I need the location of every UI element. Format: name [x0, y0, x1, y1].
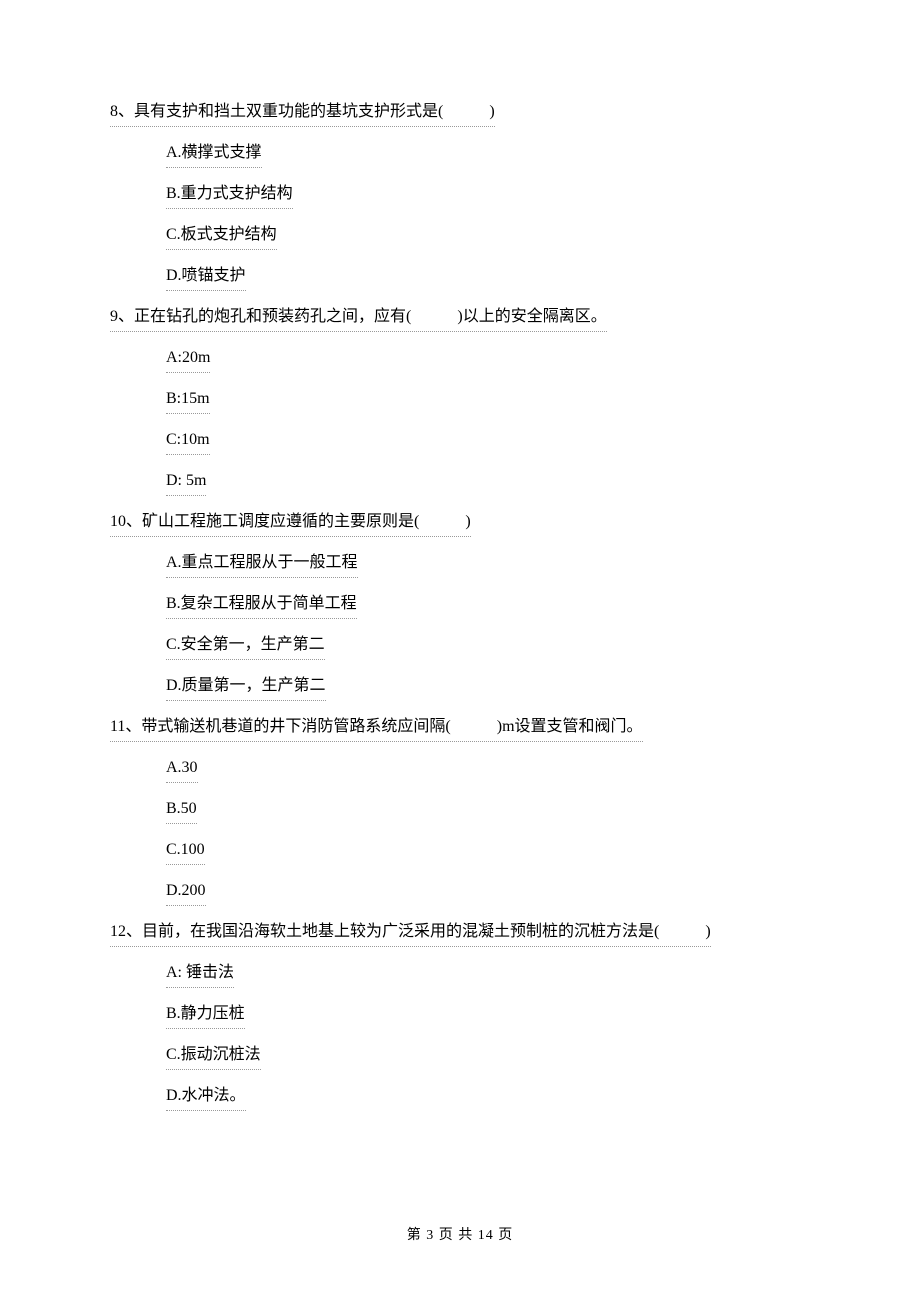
question-after: )	[705, 923, 710, 940]
option-a: A.横撑式支撑	[166, 141, 810, 168]
option-label: C.振动沉桩法	[166, 1043, 261, 1070]
options-list: A.横撑式支撑 B.重力式支护结构 C.板式支护结构 D.喷锚支护	[110, 141, 810, 291]
option-label: B.重力式支护结构	[166, 182, 293, 209]
question-number: 11、	[110, 718, 141, 735]
question-after: )	[465, 513, 470, 530]
option-a: A.30	[166, 756, 810, 783]
question-text: 12、目前，在我国沿海软土地基上较为广泛采用的混凝土预制桩的沉桩方法是()	[110, 920, 711, 947]
option-label: B.静力压桩	[166, 1002, 245, 1029]
options-list: A: 锤击法 B.静力压桩 C.振动沉桩法 D.水冲法。	[110, 961, 810, 1111]
question-text: 8、具有支护和挡土双重功能的基坑支护形式是()	[110, 100, 495, 127]
question-stem: 目前，在我国沿海软土地基上较为广泛采用的混凝土预制桩的沉桩方法是(	[142, 923, 659, 940]
option-label: D.水冲法。	[166, 1084, 246, 1111]
option-label: D.质量第一，生产第二	[166, 674, 326, 701]
option-c: C:10m	[166, 428, 810, 455]
question-number: 8、	[110, 103, 134, 120]
option-label: C.100	[166, 838, 205, 865]
question-stem: 具有支护和挡土双重功能的基坑支护形式是(	[134, 103, 443, 120]
option-label: B.50	[166, 797, 197, 824]
question-8: 8、具有支护和挡土双重功能的基坑支护形式是() A.横撑式支撑 B.重力式支护结…	[110, 100, 810, 291]
option-a: A: 锤击法	[166, 961, 810, 988]
option-d: D.水冲法。	[166, 1084, 810, 1111]
option-label: A: 锤击法	[166, 961, 234, 988]
question-stem: 矿山工程施工调度应遵循的主要原则是(	[142, 513, 419, 530]
option-d: D: 5m	[166, 469, 810, 496]
question-stem: 带式输送机巷道的井下消防管路系统应间隔(	[141, 718, 450, 735]
question-10: 10、矿山工程施工调度应遵循的主要原则是() A.重点工程服从于一般工程 B.复…	[110, 510, 810, 701]
option-label: A:20m	[166, 346, 210, 373]
option-label: B.复杂工程服从于简单工程	[166, 592, 357, 619]
question-text: 9、正在钻孔的炮孔和预装药孔之间，应有( )以上的安全隔离区。	[110, 305, 607, 332]
question-after: )	[489, 103, 494, 120]
page-footer: 第 3 页 共 14 页	[0, 1225, 920, 1246]
option-d: D.质量第一，生产第二	[166, 674, 810, 701]
question-after: )m设置支管和阀门。	[497, 718, 643, 735]
document-content: 8、具有支护和挡土双重功能的基坑支护形式是() A.横撑式支撑 B.重力式支护结…	[110, 100, 810, 1111]
option-c: C.100	[166, 838, 810, 865]
question-11: 11、带式输送机巷道的井下消防管路系统应间隔( )m设置支管和阀门。 A.30 B…	[110, 715, 810, 906]
option-label: C:10m	[166, 428, 210, 455]
option-a: A:20m	[166, 346, 810, 373]
option-c: C.板式支护结构	[166, 223, 810, 250]
option-label: D: 5m	[166, 469, 206, 496]
options-list: A:20m B:15m C:10m D: 5m	[110, 346, 810, 496]
question-number: 12、	[110, 923, 142, 940]
options-list: A.重点工程服从于一般工程 B.复杂工程服从于简单工程 C.安全第一，生产第二 …	[110, 551, 810, 701]
option-b: B.50	[166, 797, 810, 824]
option-b: B:15m	[166, 387, 810, 414]
options-list: A.30 B.50 C.100 D.200	[110, 756, 810, 906]
option-a: A.重点工程服从于一般工程	[166, 551, 810, 578]
option-label: D.喷锚支护	[166, 264, 246, 291]
option-d: D.200	[166, 879, 810, 906]
option-b: B.复杂工程服从于简单工程	[166, 592, 810, 619]
question-after: )以上的安全隔离区。	[457, 308, 606, 325]
question-12: 12、目前，在我国沿海软土地基上较为广泛采用的混凝土预制桩的沉桩方法是() A:…	[110, 920, 810, 1111]
option-label: B:15m	[166, 387, 210, 414]
option-c: C.安全第一，生产第二	[166, 633, 810, 660]
option-label: C.板式支护结构	[166, 223, 277, 250]
option-label: C.安全第一，生产第二	[166, 633, 325, 660]
question-text: 11、带式输送机巷道的井下消防管路系统应间隔( )m设置支管和阀门。	[110, 715, 643, 742]
question-number: 9、	[110, 308, 134, 325]
option-b: B.重力式支护结构	[166, 182, 810, 209]
question-stem: 正在钻孔的炮孔和预装药孔之间，应有(	[134, 308, 411, 325]
option-b: B.静力压桩	[166, 1002, 810, 1029]
question-9: 9、正在钻孔的炮孔和预装药孔之间，应有( )以上的安全隔离区。 A:20m B:1…	[110, 305, 810, 496]
option-d: D.喷锚支护	[166, 264, 810, 291]
option-label: A.30	[166, 756, 198, 783]
option-label: A.重点工程服从于一般工程	[166, 551, 358, 578]
option-c: C.振动沉桩法	[166, 1043, 810, 1070]
option-label: A.横撑式支撑	[166, 141, 262, 168]
question-text: 10、矿山工程施工调度应遵循的主要原则是()	[110, 510, 471, 537]
option-label: D.200	[166, 879, 206, 906]
question-number: 10、	[110, 513, 142, 530]
